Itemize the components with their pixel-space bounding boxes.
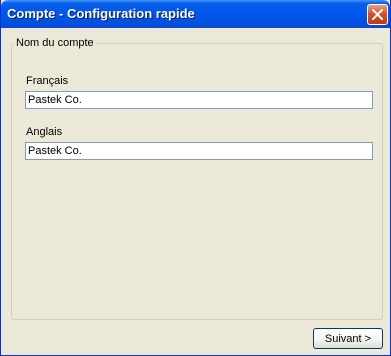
close-icon xyxy=(372,9,383,20)
french-label: Français xyxy=(26,75,69,87)
french-name-input[interactable] xyxy=(25,91,373,109)
english-name-input[interactable] xyxy=(25,142,373,160)
close-button[interactable] xyxy=(367,4,388,25)
next-button[interactable]: Suivant > xyxy=(313,328,383,349)
title-bar[interactable]: Compte - Configuration rapide xyxy=(1,0,390,28)
account-name-group: Nom du compte Français Anglais xyxy=(11,37,383,320)
group-legend: Nom du compte xyxy=(16,37,94,49)
english-label: Anglais xyxy=(26,126,63,138)
window-title: Compte - Configuration rapide xyxy=(7,6,195,21)
dialog-window: Compte - Configuration rapide Nom du com… xyxy=(0,0,391,356)
dialog-body: Nom du compte Français Anglais Suivant > xyxy=(2,28,391,355)
